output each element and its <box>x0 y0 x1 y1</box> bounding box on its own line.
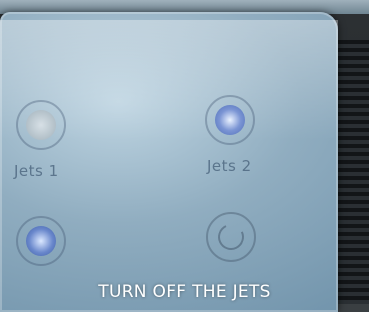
power-ring <box>206 212 256 262</box>
jets-1-label: Jets 1 <box>14 162 59 180</box>
jet-pump-icon <box>26 110 56 140</box>
jets-2-label: Jets 2 <box>207 157 252 175</box>
jets-1-ring <box>16 100 66 150</box>
caption-text: TURN OFF THE JETS <box>98 282 271 302</box>
jets-2-button[interactable] <box>203 93 257 147</box>
jets-2-ring <box>205 95 255 145</box>
jet-pump-icon <box>215 105 245 135</box>
power-button[interactable] <box>204 210 258 264</box>
jets-1-button[interactable] <box>14 98 68 152</box>
jets-3-ring <box>16 216 66 266</box>
jet-pump-icon <box>26 226 56 256</box>
power-icon <box>214 220 248 254</box>
jets-3-button[interactable] <box>14 214 68 268</box>
